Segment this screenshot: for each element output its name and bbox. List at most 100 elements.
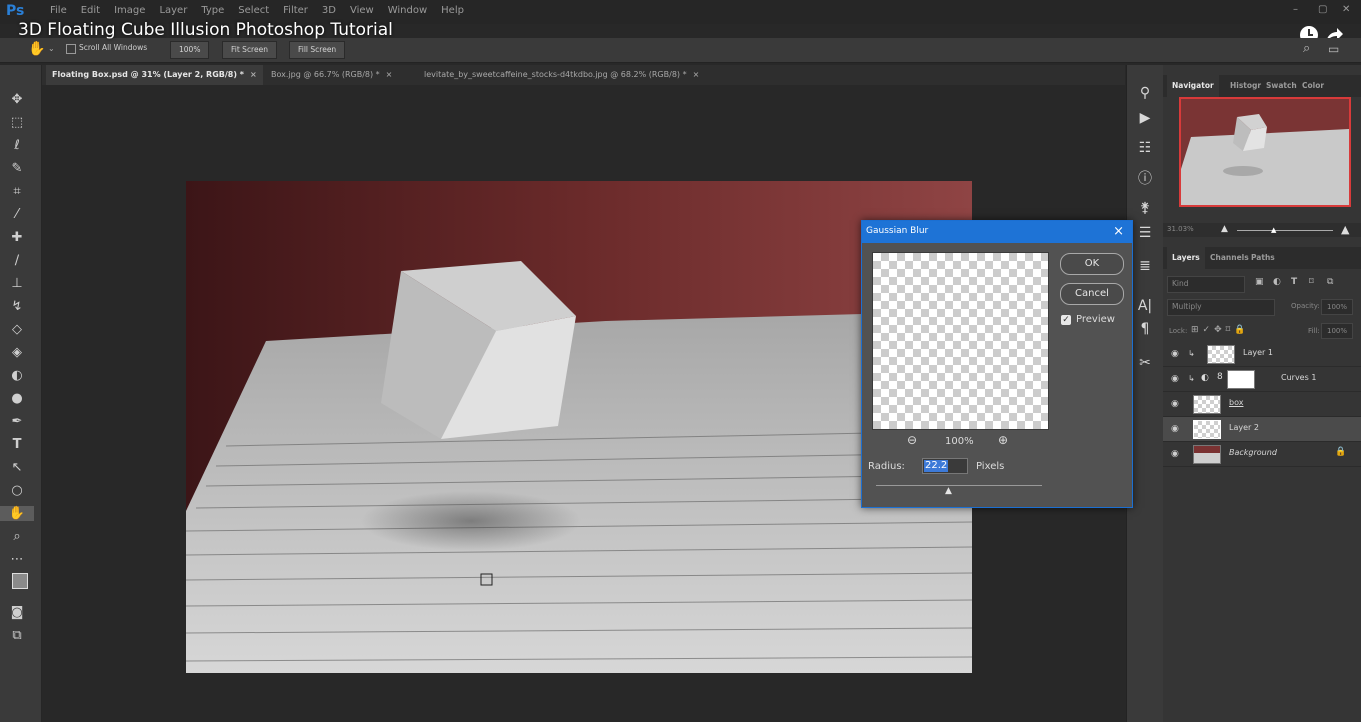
layer-row-selected[interactable]: ◉ Layer 2 (1163, 417, 1361, 442)
radius-slider-track[interactable] (876, 485, 1042, 486)
workspace-icon[interactable]: ▭ (1328, 42, 1339, 56)
dodge-tool-icon[interactable]: ● (0, 391, 34, 406)
layer-row[interactable]: ◉ ↳ Layer 1 (1163, 342, 1361, 367)
filter-image-icon[interactable]: ▣ (1255, 277, 1264, 287)
visibility-eye-icon[interactable]: ◉ (1171, 424, 1179, 434)
search-icon[interactable]: ⌕ (1303, 41, 1310, 56)
path-select-icon[interactable]: ↖ (0, 460, 34, 475)
menu-type[interactable]: Type (201, 5, 224, 16)
minimize-icon[interactable]: – (1293, 4, 1298, 15)
pen-tool-icon[interactable]: ✒ (0, 414, 34, 429)
cancel-button[interactable]: Cancel (1060, 283, 1124, 305)
opacity-input[interactable]: 100% (1321, 299, 1353, 315)
tab-layers[interactable]: Layers (1167, 247, 1205, 269)
filter-smart-icon[interactable]: ⧉ (1327, 277, 1333, 287)
chevron-down-icon[interactable]: ⌄ (48, 44, 55, 53)
zoom-tool-icon[interactable]: ⌕ (0, 529, 34, 544)
layer-row[interactable]: ◉ ↳ ◐ 8 Curves 1 (1163, 367, 1361, 392)
fill-input[interactable]: 100% (1321, 323, 1353, 339)
visibility-eye-icon[interactable]: ◉ (1171, 399, 1179, 409)
hand-tool-icon[interactable]: ✋ (0, 506, 34, 521)
dialog-titlebar[interactable]: Gaussian Blur × (862, 221, 1132, 243)
close-tab-icon[interactable]: × (250, 70, 257, 79)
close-tab-icon[interactable]: × (693, 70, 700, 79)
zoom-value[interactable]: 31.03% (1167, 225, 1194, 233)
zoom-in-icon[interactable]: ⊕ (998, 433, 1008, 447)
actions-play-icon[interactable]: ▶ (1127, 110, 1163, 126)
move-tool-icon[interactable]: ✥ (0, 92, 34, 107)
zoom-in-icon[interactable]: ▲ (1341, 223, 1349, 236)
type-tool-icon[interactable]: T (0, 437, 34, 452)
menu-image[interactable]: Image (114, 5, 145, 16)
eraser-icon[interactable]: ◇ (0, 322, 34, 337)
tab-floating-box[interactable]: Floating Box.psd @ 31% (Layer 2, RGB/8) … (46, 65, 263, 85)
blur-preview[interactable] (872, 252, 1049, 430)
lock-icons[interactable]: ⊞✓✥⌑🔒 (1191, 325, 1249, 335)
menu-filter[interactable]: Filter (283, 5, 308, 16)
marquee-tool-icon[interactable]: ⬚ (0, 115, 34, 130)
radius-slider-handle[interactable]: ▲ (945, 486, 952, 496)
document-canvas[interactable] (186, 181, 972, 673)
foreground-color-swatch[interactable] (12, 573, 28, 589)
visibility-eye-icon[interactable]: ◉ (1171, 374, 1179, 384)
screen-mode-icon[interactable]: ⧉ (0, 628, 34, 643)
layer-filter-kind[interactable]: Kind (1167, 276, 1245, 293)
healing-brush-icon[interactable]: ✚ (0, 230, 34, 245)
maximize-icon[interactable]: ▢ (1318, 4, 1327, 15)
blur-tool-icon[interactable]: ◐ (0, 368, 34, 383)
eyedropper-icon[interactable]: ⁄ (0, 207, 34, 222)
quick-select-icon[interactable]: ✎ (0, 161, 34, 176)
crop-tool-icon[interactable]: ⌗ (0, 184, 34, 199)
info-icon[interactable]: ⓘ (1127, 168, 1163, 188)
close-icon[interactable]: × (1113, 224, 1124, 239)
tab-swatches[interactable]: Swatch (1261, 75, 1302, 97)
tab-color[interactable]: Color (1297, 75, 1329, 97)
filter-adjust-icon[interactable]: ◐ (1273, 277, 1281, 287)
filter-type-icon[interactable]: T (1291, 277, 1297, 287)
menu-3d[interactable]: 3D (322, 5, 336, 16)
tab-navigator[interactable]: Navigator (1167, 75, 1219, 97)
zoom-100-button[interactable]: 100% (170, 41, 210, 59)
layer-row[interactable]: ◉ box (1163, 392, 1361, 417)
zoom-out-icon[interactable]: ⊖ (907, 433, 917, 447)
ellipse-tool-icon[interactable]: ○ (0, 483, 34, 498)
preview-checkbox[interactable]: ✓ (1061, 315, 1071, 325)
layer-row[interactable]: ◉ Background 🔒 (1163, 442, 1361, 467)
brush-tool-icon[interactable]: ∕ (0, 253, 34, 268)
menu-edit[interactable]: Edit (81, 5, 100, 16)
lasso-tool-icon[interactable]: ℓ (0, 138, 34, 153)
zoom-out-icon[interactable]: ▲ (1221, 224, 1228, 234)
tab-box-jpg[interactable]: Box.jpg @ 66.7% (RGB/8) * × (265, 65, 398, 85)
menu-help[interactable]: Help (441, 5, 464, 16)
navigator-preview[interactable] (1179, 97, 1351, 207)
radius-input[interactable]: 22.2 (922, 458, 968, 474)
stamp-tool-icon[interactable]: ⊥ (0, 276, 34, 291)
properties-icon[interactable]: ☷ (1127, 140, 1163, 156)
more-tools-icon[interactable]: ⋯ (0, 552, 34, 567)
history-panel-icon[interactable]: ⚲ (1127, 85, 1163, 101)
quick-mask-icon[interactable]: ◙ (0, 605, 34, 620)
bucket-tool-icon[interactable]: ◈ (0, 345, 34, 360)
fit-screen-button[interactable]: Fit Screen (222, 41, 277, 59)
ok-button[interactable]: OK (1060, 253, 1124, 275)
zoom-slider-track[interactable] (1237, 230, 1333, 231)
brush-settings-icon[interactable]: ⚵ (1127, 200, 1163, 216)
menu-view[interactable]: View (350, 5, 374, 16)
visibility-eye-icon[interactable]: ◉ (1171, 349, 1179, 359)
tab-histogram[interactable]: Histogr (1225, 75, 1266, 97)
visibility-eye-icon[interactable]: ◉ (1171, 449, 1179, 459)
scroll-all-checkbox[interactable] (66, 44, 76, 54)
close-window-icon[interactable]: ✕ (1342, 4, 1350, 15)
blend-mode-select[interactable]: Multiply (1167, 299, 1275, 316)
tab-paths[interactable]: Paths (1246, 247, 1280, 269)
zoom-slider-handle[interactable]: ▲ (1271, 226, 1276, 234)
filter-shape-icon[interactable]: ⌑ (1309, 277, 1314, 287)
menu-layer[interactable]: Layer (159, 5, 187, 16)
menu-window[interactable]: Window (388, 5, 427, 16)
menu-file[interactable]: File (50, 5, 67, 16)
close-tab-icon[interactable]: × (386, 70, 393, 79)
menu-select[interactable]: Select (238, 5, 269, 16)
history-brush-icon[interactable]: ↯ (0, 299, 34, 314)
fill-screen-button[interactable]: Fill Screen (289, 41, 346, 59)
tab-levitate-jpg[interactable]: levitate_by_sweetcaffeine_stocks-d4tkdbo… (418, 65, 705, 85)
